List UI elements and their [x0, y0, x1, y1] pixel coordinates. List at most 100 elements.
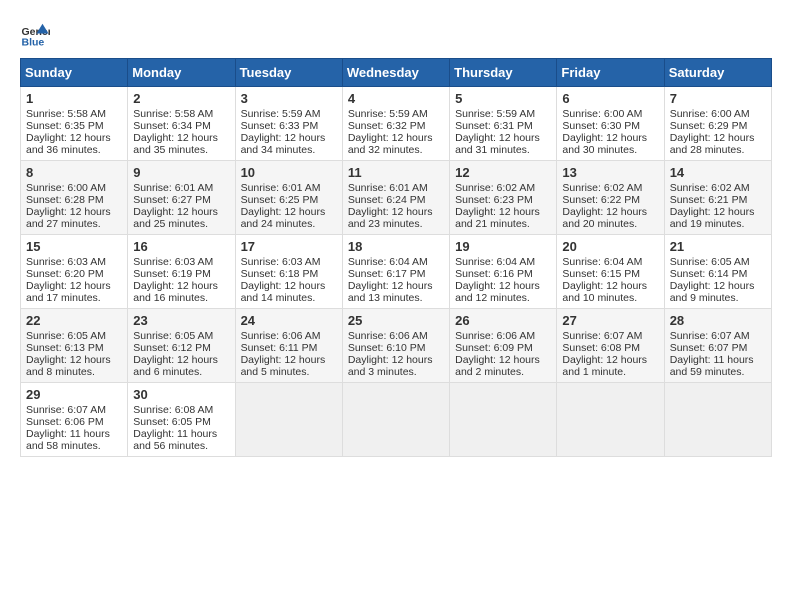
header-thursday: Thursday [450, 59, 557, 87]
day-number: 20 [562, 239, 658, 254]
day-info-line: Daylight: 12 hours [455, 206, 551, 218]
day-info-line: Daylight: 12 hours [670, 132, 766, 144]
day-number: 28 [670, 313, 766, 328]
day-number: 26 [455, 313, 551, 328]
day-info-line: and 58 minutes. [26, 440, 122, 452]
day-number: 13 [562, 165, 658, 180]
day-info-line: Sunset: 6:20 PM [26, 268, 122, 280]
day-cell: 28Sunrise: 6:07 AMSunset: 6:07 PMDayligh… [664, 309, 771, 383]
day-number: 17 [241, 239, 337, 254]
day-info-line: Daylight: 12 hours [562, 354, 658, 366]
day-info-line: Daylight: 12 hours [455, 132, 551, 144]
day-info-line: Sunset: 6:14 PM [670, 268, 766, 280]
day-info-line: Sunset: 6:08 PM [562, 342, 658, 354]
day-info-line: Daylight: 12 hours [562, 132, 658, 144]
day-info-line: and 31 minutes. [455, 144, 551, 156]
day-cell: 9Sunrise: 6:01 AMSunset: 6:27 PMDaylight… [128, 161, 235, 235]
day-info-line: Sunrise: 6:02 AM [455, 182, 551, 194]
day-info-line: and 23 minutes. [348, 218, 444, 230]
day-info-line: Daylight: 12 hours [133, 132, 229, 144]
day-info-line: and 5 minutes. [241, 366, 337, 378]
day-info-line: Sunset: 6:07 PM [670, 342, 766, 354]
header-monday: Monday [128, 59, 235, 87]
day-number: 8 [26, 165, 122, 180]
day-info-line: Daylight: 12 hours [26, 280, 122, 292]
day-info-line: Daylight: 12 hours [348, 354, 444, 366]
day-number: 6 [562, 91, 658, 106]
day-info-line: Daylight: 12 hours [241, 132, 337, 144]
day-info-line: and 21 minutes. [455, 218, 551, 230]
day-cell: 3 Sunrise: 5:59 AMSunset: 6:33 PMDaylight… [235, 87, 342, 161]
day-cell: 17Sunrise: 6:03 AMSunset: 6:18 PMDayligh… [235, 235, 342, 309]
day-info-line: and 14 minutes. [241, 292, 337, 304]
day-info-line: Daylight: 12 hours [133, 280, 229, 292]
day-cell [557, 383, 664, 457]
day-cell: 4Sunrise: 5:59 AMSunset: 6:32 PMDaylight… [342, 87, 449, 161]
day-number: 12 [455, 165, 551, 180]
day-info-line: Sunset: 6:35 PM [26, 120, 122, 132]
day-cell: 11Sunrise: 6:01 AMSunset: 6:24 PMDayligh… [342, 161, 449, 235]
day-number: 2 [133, 91, 229, 106]
day-info-line: Sunset: 6:21 PM [670, 194, 766, 206]
day-info-line: and 1 minute. [562, 366, 658, 378]
day-info-line: Sunrise: 5:59 AM [241, 108, 337, 120]
week-row-5: 29Sunrise: 6:07 AMSunset: 6:06 PMDayligh… [21, 383, 772, 457]
day-cell: 19Sunrise: 6:04 AMSunset: 6:16 PMDayligh… [450, 235, 557, 309]
day-cell: 16Sunrise: 6:03 AMSunset: 6:19 PMDayligh… [128, 235, 235, 309]
day-number: 23 [133, 313, 229, 328]
day-info-line: and 19 minutes. [670, 218, 766, 230]
day-info-line: Daylight: 12 hours [562, 280, 658, 292]
logo: General Blue [20, 20, 50, 50]
day-info-line: and 10 minutes. [562, 292, 658, 304]
day-info-line: Daylight: 12 hours [348, 206, 444, 218]
day-info-line: Daylight: 12 hours [241, 206, 337, 218]
day-info-line: Sunset: 6:13 PM [26, 342, 122, 354]
day-info-line: Sunrise: 5:59 AM [455, 108, 551, 120]
day-info-line: Sunrise: 6:03 AM [133, 256, 229, 268]
day-cell: 12 Sunrise: 6:02 AMSunset: 6:23 PMDayligh… [450, 161, 557, 235]
day-number: 14 [670, 165, 766, 180]
day-number: 21 [670, 239, 766, 254]
day-cell: 25Sunrise: 6:06 AMSunset: 6:10 PMDayligh… [342, 309, 449, 383]
day-info-line: and 16 minutes. [133, 292, 229, 304]
day-info-line: and 36 minutes. [26, 144, 122, 156]
day-info-line: and 59 minutes. [670, 366, 766, 378]
day-info-line: Daylight: 12 hours [241, 354, 337, 366]
day-cell: 21Sunrise: 6:05 AMSunset: 6:14 PMDayligh… [664, 235, 771, 309]
day-info-line: and 6 minutes. [133, 366, 229, 378]
svg-text:Blue: Blue [22, 37, 45, 49]
week-row-1: 1Sunrise: 5:58 AMSunset: 6:35 PMDaylight… [21, 87, 772, 161]
day-info-line: Daylight: 12 hours [562, 206, 658, 218]
day-info-line: Sunset: 6:12 PM [133, 342, 229, 354]
day-info-line: and 34 minutes. [241, 144, 337, 156]
day-info-line: and 25 minutes. [133, 218, 229, 230]
day-info-line: Sunset: 6:25 PM [241, 194, 337, 206]
day-info-line: Sunrise: 6:06 AM [241, 330, 337, 342]
day-cell: 8Sunrise: 6:00 AMSunset: 6:28 PMDaylight… [21, 161, 128, 235]
day-number: 18 [348, 239, 444, 254]
day-info-line: Sunset: 6:31 PM [455, 120, 551, 132]
day-cell: 15Sunrise: 6:03 AMSunset: 6:20 PMDayligh… [21, 235, 128, 309]
day-info-line: Daylight: 12 hours [670, 280, 766, 292]
day-info-line: Sunset: 6:30 PM [562, 120, 658, 132]
day-info-line: Sunset: 6:23 PM [455, 194, 551, 206]
day-info-line: Daylight: 12 hours [133, 206, 229, 218]
day-cell: 13Sunrise: 6:02 AMSunset: 6:22 PMDayligh… [557, 161, 664, 235]
day-cell: 6Sunrise: 6:00 AMSunset: 6:30 PMDaylight… [557, 87, 664, 161]
day-info-line: Sunset: 6:33 PM [241, 120, 337, 132]
day-cell: 18Sunrise: 6:04 AMSunset: 6:17 PMDayligh… [342, 235, 449, 309]
day-info-line: Daylight: 12 hours [241, 280, 337, 292]
header-saturday: Saturday [664, 59, 771, 87]
day-info-line: and 12 minutes. [455, 292, 551, 304]
day-info-line: Sunrise: 6:02 AM [670, 182, 766, 194]
day-number: 11 [348, 165, 444, 180]
day-info-line: Sunrise: 6:02 AM [562, 182, 658, 194]
day-info-line: and 8 minutes. [26, 366, 122, 378]
day-info-line: Sunset: 6:09 PM [455, 342, 551, 354]
day-info-line: and 30 minutes. [562, 144, 658, 156]
day-cell [342, 383, 449, 457]
day-number: 3 [241, 91, 337, 106]
logo-icon: General Blue [20, 20, 50, 50]
day-info-line: Sunset: 6:11 PM [241, 342, 337, 354]
day-cell [450, 383, 557, 457]
